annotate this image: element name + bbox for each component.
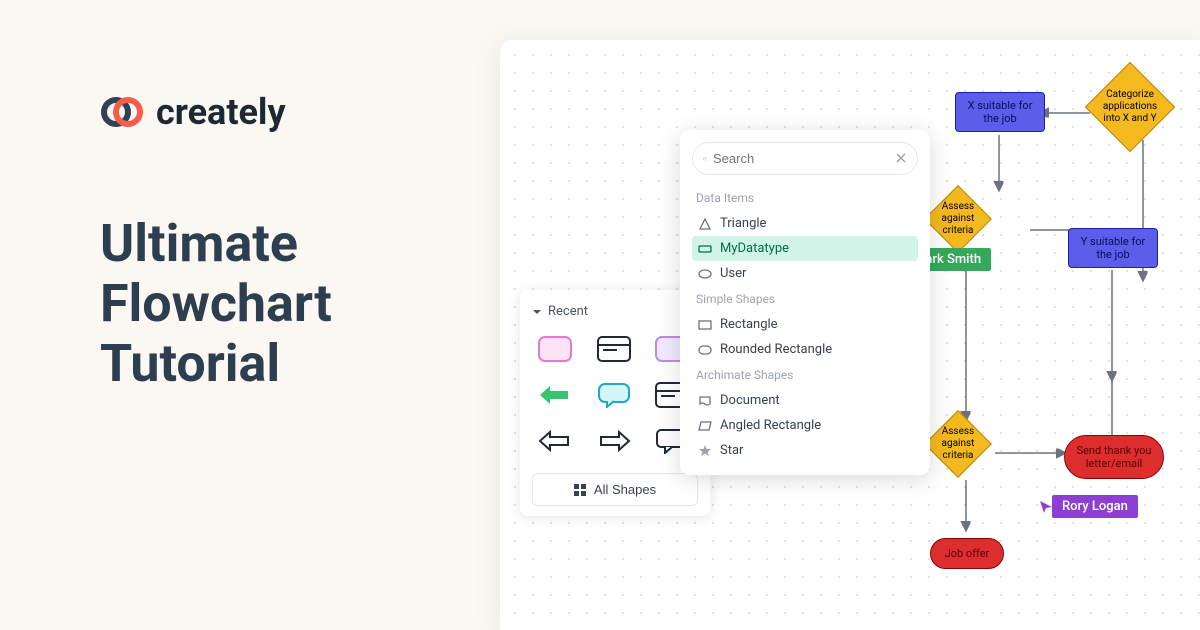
section-archimate: Archimate Shapes: [692, 362, 918, 388]
chevron-down-icon: [532, 307, 542, 317]
canvas-area[interactable]: X suitable for the job Categorize applic…: [500, 40, 1200, 630]
page-title: Ultimate Flowchart Tutorial: [100, 214, 440, 393]
result-rectangle[interactable]: Rectangle: [692, 312, 918, 337]
document-icon: [698, 394, 712, 408]
node-y-suitable[interactable]: Y suitable for the job: [1068, 228, 1158, 268]
search-panel: Data Items Triangle MyDatatype User Simp…: [680, 130, 930, 475]
shape-arrow-left[interactable]: [532, 377, 578, 413]
result-document[interactable]: Document: [692, 388, 918, 413]
result-user[interactable]: User: [692, 261, 918, 286]
shape-grid: [532, 331, 698, 459]
node-x-suitable[interactable]: X suitable for the job: [955, 92, 1045, 132]
search-input[interactable]: [713, 151, 889, 166]
node-assess-1[interactable]: Assess against criteria: [934, 195, 982, 243]
cursor-rory: Rory Logan: [1038, 495, 1138, 518]
result-triangle[interactable]: Triangle: [692, 211, 918, 236]
grid-icon: [574, 484, 586, 496]
search-icon: [703, 152, 707, 166]
left-panel: creately Ultimate Flowchart Tutorial: [0, 0, 500, 630]
rounded-rectangle-icon: [698, 343, 712, 357]
node-job-offer[interactable]: Job offer: [930, 538, 1004, 569]
node-send-thank[interactable]: Send thank you letter/email: [1064, 435, 1164, 479]
brand-name: creately: [156, 91, 286, 133]
all-shapes-button[interactable]: All Shapes: [532, 473, 698, 506]
result-rounded-rectangle[interactable]: Rounded Rectangle: [692, 337, 918, 362]
search-box[interactable]: [692, 142, 918, 175]
user-icon: [698, 267, 712, 281]
shape-speech-bubble[interactable]: [591, 377, 637, 413]
star-icon: [698, 444, 712, 458]
brand-logo: creately: [100, 90, 440, 134]
node-categorize[interactable]: Categorize applications into X and Y: [1098, 75, 1162, 139]
datatype-icon: [698, 242, 712, 256]
angled-rectangle-icon: [698, 419, 712, 433]
triangle-icon: [698, 217, 712, 231]
result-star[interactable]: Star: [692, 438, 918, 463]
shape-arrow-left-outline[interactable]: [532, 423, 578, 459]
shape-card[interactable]: [591, 331, 637, 367]
rectangle-icon: [698, 318, 712, 332]
recent-header[interactable]: Recent: [532, 304, 698, 319]
node-assess-2[interactable]: Assess against criteria: [934, 420, 982, 468]
result-mydatatype[interactable]: MyDatatype: [692, 236, 918, 261]
shape-arrow-right-outline[interactable]: [591, 423, 637, 459]
shape-rounded-pink[interactable]: [532, 331, 578, 367]
close-icon[interactable]: [895, 149, 907, 168]
section-simple-shapes: Simple Shapes: [692, 286, 918, 312]
logo-icon: [100, 90, 144, 134]
result-angled-rectangle[interactable]: Angled Rectangle: [692, 413, 918, 438]
section-data-items: Data Items: [692, 185, 918, 211]
